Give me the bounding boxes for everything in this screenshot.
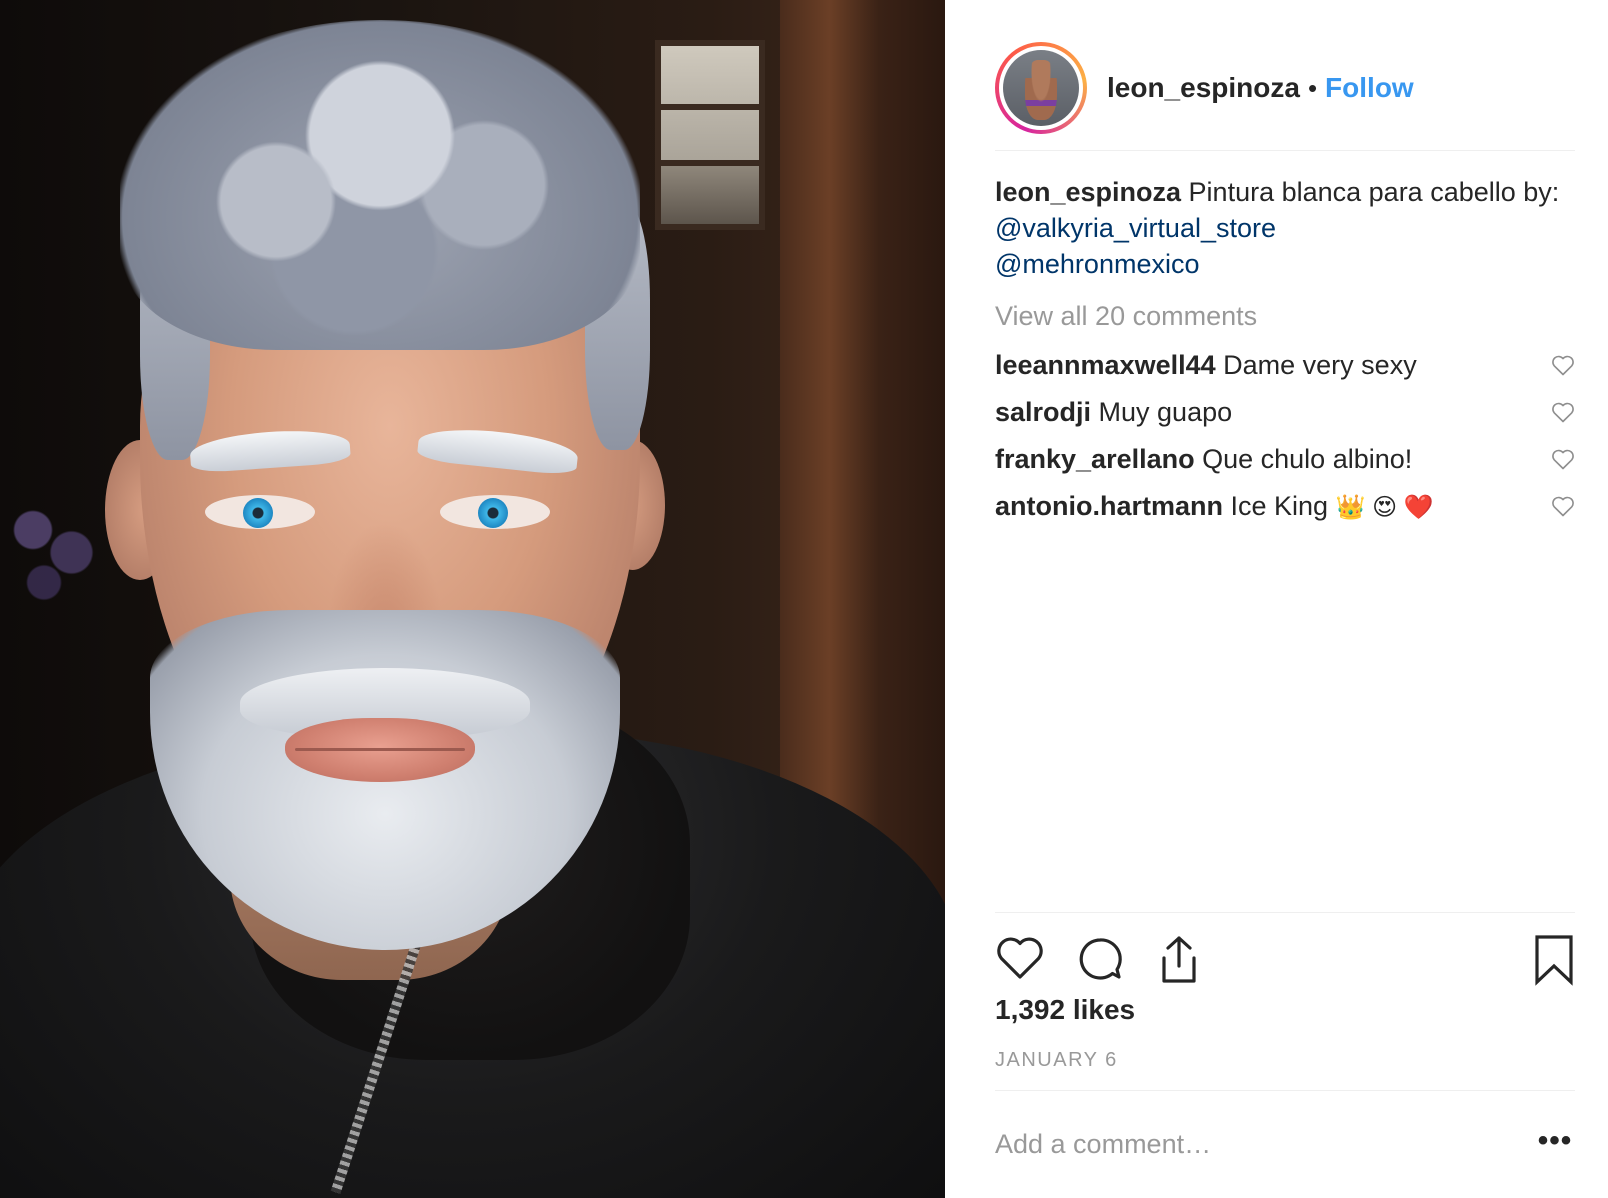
- comment-item: leeannmaxwell44 Dame very sexy: [995, 342, 1575, 389]
- action-bar: [995, 934, 1575, 986]
- share-icon[interactable]: [1155, 934, 1203, 986]
- small-heart-icon[interactable]: [1551, 354, 1575, 376]
- post-sidebar: leon_espinoza • Follow leon_espinoza Pin…: [945, 0, 1608, 1198]
- comment-text: Muy guapo: [1091, 397, 1233, 427]
- avatar-story-ring[interactable]: [995, 42, 1087, 134]
- comment-username[interactable]: salrodji: [995, 397, 1091, 427]
- comments-section: leon_espinoza Pintura blanca para cabell…: [995, 174, 1575, 530]
- comment-text: Que chulo albino!: [1194, 444, 1413, 474]
- post-header: leon_espinoza • Follow: [995, 26, 1575, 151]
- photo-eye-left: [205, 495, 315, 529]
- comment-username[interactable]: antonio.hartmann: [995, 491, 1223, 521]
- post-photo[interactable]: [0, 0, 945, 1198]
- actions-divider: [995, 912, 1575, 913]
- caption-username[interactable]: leon_espinoza: [995, 177, 1181, 207]
- avatar[interactable]: [1003, 50, 1079, 126]
- photo-hair: [120, 20, 640, 350]
- view-all-comments-link[interactable]: View all 20 comments: [995, 296, 1575, 336]
- comment-bubble-icon[interactable]: [1075, 934, 1125, 984]
- more-options-button[interactable]: •••: [1535, 1126, 1575, 1162]
- heart-icon[interactable]: [995, 934, 1045, 982]
- photo-lips: [285, 718, 475, 782]
- comment-emojis: 👑 😍 ❤️: [1335, 494, 1434, 521]
- bookmark-icon[interactable]: [1533, 934, 1575, 986]
- caption-text: Pintura blanca para cabello by:: [1181, 177, 1560, 207]
- comment-text: Dame very sexy: [1215, 350, 1417, 380]
- small-heart-icon[interactable]: [1551, 495, 1575, 517]
- photo-background-window: [655, 40, 765, 170]
- follow-button[interactable]: Follow: [1325, 72, 1414, 104]
- header-username[interactable]: leon_espinoza: [1107, 72, 1300, 104]
- likes-count[interactable]: 1,392 likes: [995, 994, 1135, 1026]
- comment-input-divider: [995, 1090, 1575, 1091]
- comment-username[interactable]: leeannmaxwell44: [995, 350, 1216, 380]
- comment-item: franky_arellano Que chulo albino!: [995, 436, 1575, 483]
- comment-item: antonio.hartmann Ice King 👑 😍 ❤️: [995, 483, 1575, 530]
- comment-item: salrodji Muy guapo: [995, 389, 1575, 436]
- photo-background-flowers: [0, 470, 110, 620]
- caption-mention-mehron[interactable]: @mehronmexico: [995, 249, 1199, 279]
- small-heart-icon[interactable]: [1551, 448, 1575, 470]
- post-date[interactable]: JANUARY 6: [995, 1049, 1118, 1072]
- photo-eye-right: [440, 495, 550, 529]
- comment-username[interactable]: franky_arellano: [995, 444, 1195, 474]
- small-heart-icon[interactable]: [1551, 401, 1575, 423]
- photo-background-window-lower: [655, 160, 765, 230]
- instagram-post: leon_espinoza • Follow leon_espinoza Pin…: [0, 0, 1608, 1198]
- add-comment-input[interactable]: [995, 1122, 1475, 1166]
- header-separator: •: [1307, 72, 1318, 103]
- post-caption: leon_espinoza Pintura blanca para cabell…: [995, 174, 1575, 282]
- comment-text: Ice King: [1223, 491, 1336, 521]
- caption-mention-valkyria[interactable]: @valkyria_virtual_store: [995, 213, 1276, 243]
